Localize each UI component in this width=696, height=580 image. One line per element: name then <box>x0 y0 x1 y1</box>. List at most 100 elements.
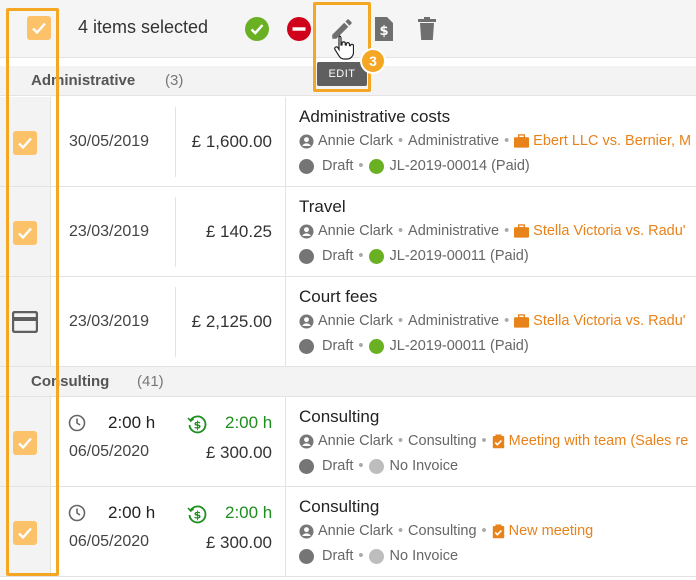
draft-status-icon <box>299 458 314 474</box>
group-count: (3) <box>165 72 184 89</box>
entry-task[interactable]: Meeting with team (Sales re <box>509 433 689 449</box>
entry-category: Consulting <box>408 433 477 449</box>
entry-meta: Annie Clark • Administrative • Stella Vi… <box>299 223 686 239</box>
row-checkbox[interactable] <box>13 431 37 455</box>
row-checkbox[interactable] <box>13 221 37 245</box>
entry-matter[interactable]: Stella Victoria vs. Radu' <box>533 313 685 329</box>
briefcase-icon <box>514 224 530 238</box>
user-icon <box>299 223 314 239</box>
edit-tooltip: EDIT <box>317 62 367 86</box>
select-all-checkbox[interactable] <box>27 16 51 40</box>
paid-status-icon <box>368 338 384 354</box>
entry-amount: £ 140.25 <box>205 222 272 241</box>
entry-meta: Annie Clark • Consulting • New meeting <box>299 523 593 539</box>
entry-user[interactable]: Annie Clark <box>318 133 393 149</box>
invoice-dollar-icon: $ <box>375 17 393 41</box>
task-check-icon <box>492 524 505 539</box>
table-row[interactable]: 2:00 h 06/05/2020 $ 2:00 h £ 300.00 Cons… <box>0 487 696 577</box>
entry-matter[interactable]: Ebert LLC vs. Bernier, M <box>533 133 691 149</box>
table-row[interactable]: 2:00 h 06/05/2020 $ 2:00 h £ 300.00 Cons… <box>0 397 696 487</box>
entry-date: 23/03/2019 <box>69 313 150 330</box>
user-icon <box>299 133 314 149</box>
table-row[interactable]: 23/03/2019 £ 140.25 Travel Annie Clark •… <box>0 187 696 277</box>
group-count: (41) <box>137 373 164 390</box>
row-select-cell <box>0 487 50 576</box>
reject-button[interactable] <box>286 16 312 42</box>
entry-category: Administrative <box>408 223 500 239</box>
paid-status-icon <box>368 158 384 174</box>
briefcase-icon <box>514 314 530 328</box>
step-badge: 3 <box>360 48 386 74</box>
billable-time-icon: $ <box>187 414 207 439</box>
check-circle-icon <box>245 17 269 41</box>
entry-amount: £ 2,125.00 <box>191 312 272 331</box>
status-label: Draft <box>322 248 354 264</box>
entry-user[interactable]: Annie Clark <box>318 523 393 539</box>
entry-category: Consulting <box>408 523 477 539</box>
status-label: Draft <box>322 548 354 564</box>
minus-circle-icon <box>287 17 311 41</box>
row-select-cell <box>0 277 50 366</box>
entry-status: Draft • No Invoice <box>299 548 458 564</box>
table-row[interactable]: 23/03/2019 £ 2,125.00 Court fees Annie C… <box>0 277 696 367</box>
trash-icon <box>418 17 436 40</box>
table-row[interactable]: 30/05/2019 £ 1,600.00 Administrative cos… <box>0 97 696 187</box>
status-label: Draft <box>322 458 354 474</box>
hand-cursor-icon <box>334 35 354 60</box>
invoice-label: No Invoice <box>389 458 459 474</box>
entry-user[interactable]: Annie Clark <box>318 223 393 239</box>
credit-card-icon[interactable] <box>11 310 39 338</box>
entry-status: Draft • JL-2019-00014 (Paid) <box>299 158 530 174</box>
time-duration: 2:00 h <box>108 413 156 432</box>
group-title: Administrative <box>31 72 136 89</box>
entry-amount: £ 1,600.00 <box>191 132 272 151</box>
entry-date: 30/05/2019 <box>69 133 150 150</box>
entry-title[interactable]: Administrative costs <box>299 107 450 127</box>
row-select-cell <box>0 397 50 486</box>
row-checkbox[interactable] <box>13 131 37 155</box>
group-title: Consulting <box>31 373 110 390</box>
entry-amount: £ 300.00 <box>205 443 272 462</box>
row-checkbox[interactable] <box>13 521 37 545</box>
clock-icon <box>68 504 86 527</box>
invoice-button[interactable]: $ <box>371 16 397 42</box>
user-icon <box>299 313 314 329</box>
entry-matter[interactable]: Stella Victoria vs. Radu' <box>533 223 685 239</box>
entry-title[interactable]: Travel <box>299 197 346 217</box>
billable-duration: 2:00 h <box>225 503 273 522</box>
entry-title[interactable]: Court fees <box>299 287 377 307</box>
entry-amount: £ 300.00 <box>205 533 272 552</box>
entry-meta: Annie Clark • Administrative • Stella Vi… <box>299 313 686 329</box>
entry-meta: Annie Clark • Consulting • Meeting with … <box>299 433 688 449</box>
entry-title[interactable]: Consulting <box>299 497 379 517</box>
group-header-consulting[interactable]: Consulting (41) <box>0 367 696 397</box>
entry-date: 23/03/2019 <box>69 223 150 240</box>
time-duration: 2:00 h <box>108 503 156 522</box>
draft-status-icon <box>299 248 314 264</box>
invoice-label[interactable]: JL-2019-00014 (Paid) <box>390 158 530 174</box>
svg-text:$: $ <box>194 509 202 522</box>
selected-count-label: 4 items selected <box>78 17 209 37</box>
row-select-cell <box>0 97 50 186</box>
invoice-label[interactable]: JL-2019-00011 (Paid) <box>390 338 529 354</box>
entry-status: Draft • JL-2019-00011 (Paid) <box>299 248 529 264</box>
invoice-label: No Invoice <box>389 548 459 564</box>
user-icon <box>299 523 314 539</box>
entry-meta: Annie Clark • Administrative • Ebert LLC… <box>299 133 691 149</box>
user-icon <box>299 433 314 449</box>
briefcase-icon <box>514 134 530 148</box>
entry-user[interactable]: Annie Clark <box>318 313 393 329</box>
svg-text:$: $ <box>194 419 202 432</box>
draft-status-icon <box>299 158 314 174</box>
entry-title[interactable]: Consulting <box>299 407 379 427</box>
entry-category: Administrative <box>408 133 500 149</box>
entry-date: 06/05/2020 <box>69 533 150 550</box>
clock-icon <box>68 414 86 437</box>
draft-status-icon <box>299 338 314 354</box>
entry-task[interactable]: New meeting <box>509 523 594 539</box>
entry-user[interactable]: Annie Clark <box>318 433 393 449</box>
approve-button[interactable] <box>244 16 270 42</box>
invoice-label[interactable]: JL-2019-00011 (Paid) <box>390 248 529 264</box>
draft-status-icon <box>299 548 314 564</box>
delete-button[interactable] <box>414 16 440 42</box>
